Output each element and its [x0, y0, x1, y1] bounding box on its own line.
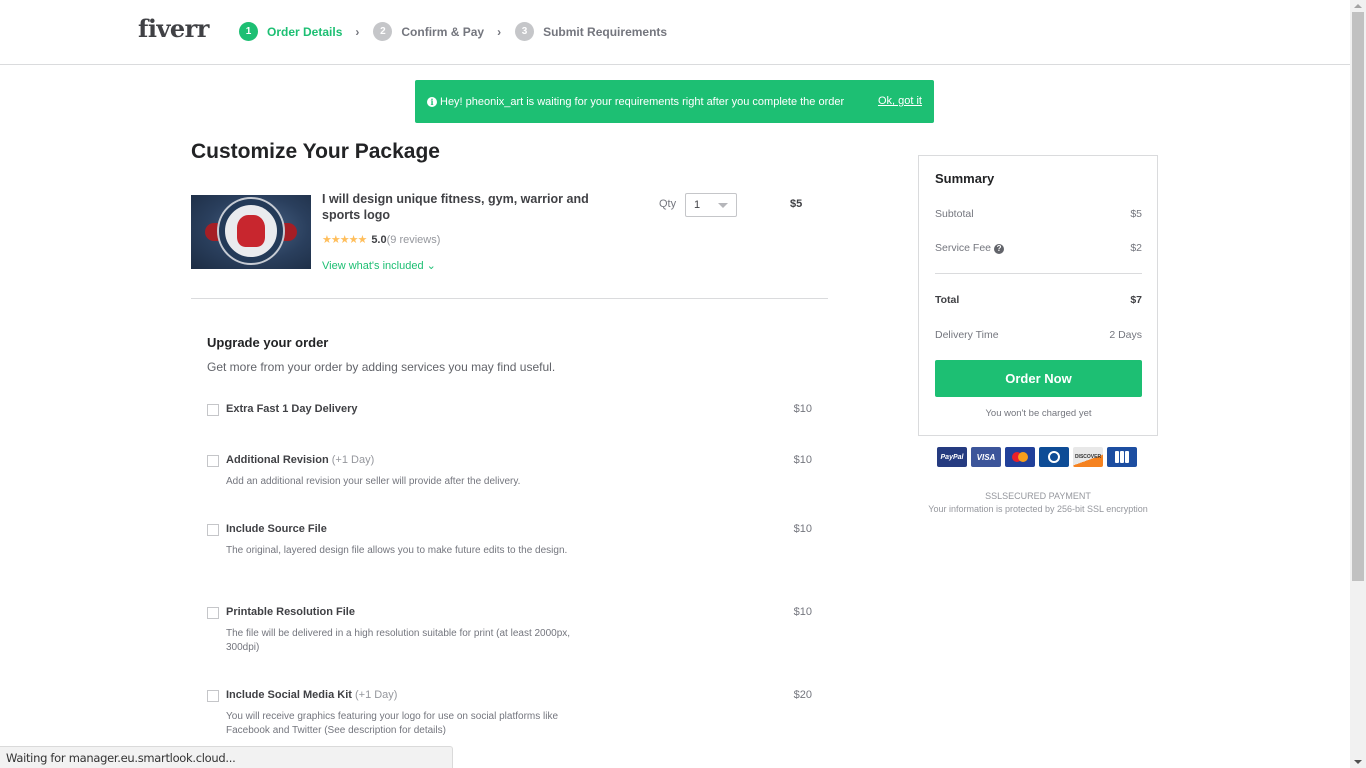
- ssl-text: Your information is protected by 256-bit…: [928, 504, 1148, 514]
- top-header: fiverr 1 Order Details › 2 Confirm & Pay…: [0, 0, 1350, 65]
- extra-checkbox[interactable]: [207, 524, 219, 536]
- banner-message: Hey! pheonix_art is waiting for your req…: [440, 95, 845, 108]
- page-scrollbar[interactable]: [1350, 0, 1366, 768]
- gig-thumbnail[interactable]: [191, 195, 311, 269]
- seller-waiting-banner: i Hey! pheonix_art is waiting for your r…: [415, 80, 934, 123]
- service-fee-value: $2: [1130, 242, 1142, 254]
- step-label: Confirm & Pay: [401, 24, 485, 39]
- extra-name[interactable]: Additional Revision (+1 Day): [226, 454, 374, 466]
- extra-checkbox[interactable]: [207, 455, 219, 467]
- step-submit-requirements: 3 Submit Requirements: [515, 22, 667, 41]
- discover-icon: DISCOVER: [1073, 447, 1103, 467]
- summary-divider: [935, 273, 1142, 274]
- extra-name[interactable]: Include Source File: [226, 523, 327, 535]
- chevron-right-icon: ›: [497, 24, 502, 39]
- extra-description: The original, layered design file allows…: [226, 545, 568, 556]
- step-number: 1: [239, 22, 258, 41]
- extra-price: $10: [793, 523, 812, 535]
- view-included-link[interactable]: View what's included ⌄: [322, 259, 436, 272]
- checkout-steps: 1 Order Details › 2 Confirm & Pay › 3 Su…: [239, 22, 667, 41]
- logo-badge-shape: [219, 199, 283, 263]
- upgrade-title: Upgrade your order: [207, 335, 329, 350]
- service-fee-row: Service Fee? $2: [935, 242, 1142, 254]
- service-fee-label: Service Fee: [935, 242, 992, 254]
- section-divider: [191, 298, 828, 299]
- diners-club-icon: [1039, 447, 1069, 467]
- logo-figure-shape: [237, 215, 265, 247]
- review-count: (9 reviews): [386, 233, 441, 246]
- paypal-icon: PayPal: [937, 447, 967, 467]
- subtotal-value: $5: [1130, 208, 1142, 220]
- page-title: Customize Your Package: [191, 140, 440, 163]
- chevron-right-icon: ›: [355, 24, 360, 39]
- delivery-value: 2 Days: [1109, 329, 1142, 341]
- extra-name[interactable]: Printable Resolution File: [226, 606, 355, 618]
- extra-description: Add an additional revision your seller w…: [226, 476, 521, 487]
- quantity-select[interactable]: 1: [685, 193, 737, 217]
- extra-name[interactable]: Extra Fast 1 Day Delivery: [226, 403, 357, 415]
- step-label: Submit Requirements: [543, 24, 668, 39]
- step-confirm-pay: 2 Confirm & Pay: [373, 22, 484, 41]
- extra-checkbox[interactable]: [207, 690, 219, 702]
- extra-price: $10: [793, 606, 812, 618]
- extra-name-text: Include Social Media Kit: [226, 689, 352, 701]
- dismiss-banner-link[interactable]: Ok, got it: [878, 95, 922, 107]
- total-value: $7: [1130, 294, 1142, 306]
- extra-price: $10: [793, 403, 812, 415]
- gig-rating: ★★★★★ 5.0 (9 reviews): [322, 233, 441, 247]
- fiverr-logo[interactable]: fiverr: [138, 14, 209, 43]
- extra-checkbox[interactable]: [207, 404, 219, 416]
- delivery-time-row: Delivery Time 2 Days: [935, 329, 1142, 341]
- extra-price: $10: [793, 454, 812, 466]
- scroll-down-arrow-icon[interactable]: [1354, 760, 1362, 764]
- delivery-label: Delivery Time: [935, 329, 999, 341]
- order-summary: Summary Subtotal $5 Service Fee? $2 Tota…: [918, 155, 1158, 436]
- extra-note: (+1 Day): [328, 454, 375, 466]
- total-label: Total: [935, 294, 960, 306]
- scrollbar-thumb[interactable]: [1352, 12, 1364, 581]
- extra-name-text: Additional Revision: [226, 454, 329, 466]
- not-charged-note: You won't be charged yet: [985, 408, 1092, 419]
- jcb-icon: [1107, 447, 1137, 467]
- upgrade-subtitle: Get more from your order by adding servi…: [207, 360, 556, 374]
- ssl-title: SSLSECURED PAYMENT: [985, 491, 1091, 501]
- extra-price: $20: [793, 689, 812, 701]
- help-question-icon[interactable]: ?: [994, 243, 1005, 254]
- caret-down-icon: [718, 203, 728, 208]
- subtotal-label: Subtotal: [935, 208, 974, 220]
- info-icon: i: [427, 96, 437, 107]
- extra-description: You will receive graphics featuring your…: [226, 711, 559, 736]
- payment-methods: PayPal VISA DISCOVER: [937, 447, 1137, 467]
- gig-title[interactable]: I will design unique fitness, gym, warri…: [322, 191, 602, 223]
- step-order-details: 1 Order Details: [239, 22, 342, 41]
- visa-icon: VISA: [971, 447, 1001, 467]
- mastercard-icon: [1005, 447, 1035, 467]
- step-number: 3: [515, 22, 535, 41]
- browser-status-bar: Waiting for manager.eu.smartlook.cloud..…: [0, 746, 453, 768]
- rating-score: 5.0: [371, 233, 387, 246]
- gig-price: $5: [790, 198, 803, 210]
- quantity-value: 1: [694, 199, 701, 211]
- scroll-up-arrow-icon[interactable]: [1354, 4, 1362, 8]
- extra-note: (+1 Day): [351, 689, 398, 701]
- extra-name-text: Extra Fast 1 Day Delivery: [226, 403, 358, 415]
- subtotal-row: Subtotal $5: [935, 208, 1142, 220]
- step-number: 2: [373, 22, 393, 41]
- summary-title: Summary: [935, 171, 995, 186]
- order-now-button[interactable]: Order Now: [935, 360, 1142, 397]
- extra-description: The file will be delivered in a high res…: [226, 628, 571, 653]
- total-row: Total $7: [935, 294, 1142, 306]
- extra-checkbox[interactable]: [207, 607, 219, 619]
- step-label: Order Details: [267, 24, 343, 39]
- ssl-notice: SSLSECURED PAYMENT Your information is p…: [918, 490, 1158, 516]
- extra-name[interactable]: Include Social Media Kit (+1 Day): [226, 689, 397, 701]
- star-rating-icon: ★★★★★: [322, 234, 367, 246]
- extra-name-text: Include Source File: [226, 523, 327, 535]
- extra-name-text: Printable Resolution File: [226, 606, 355, 618]
- qty-label: Qty: [659, 198, 677, 210]
